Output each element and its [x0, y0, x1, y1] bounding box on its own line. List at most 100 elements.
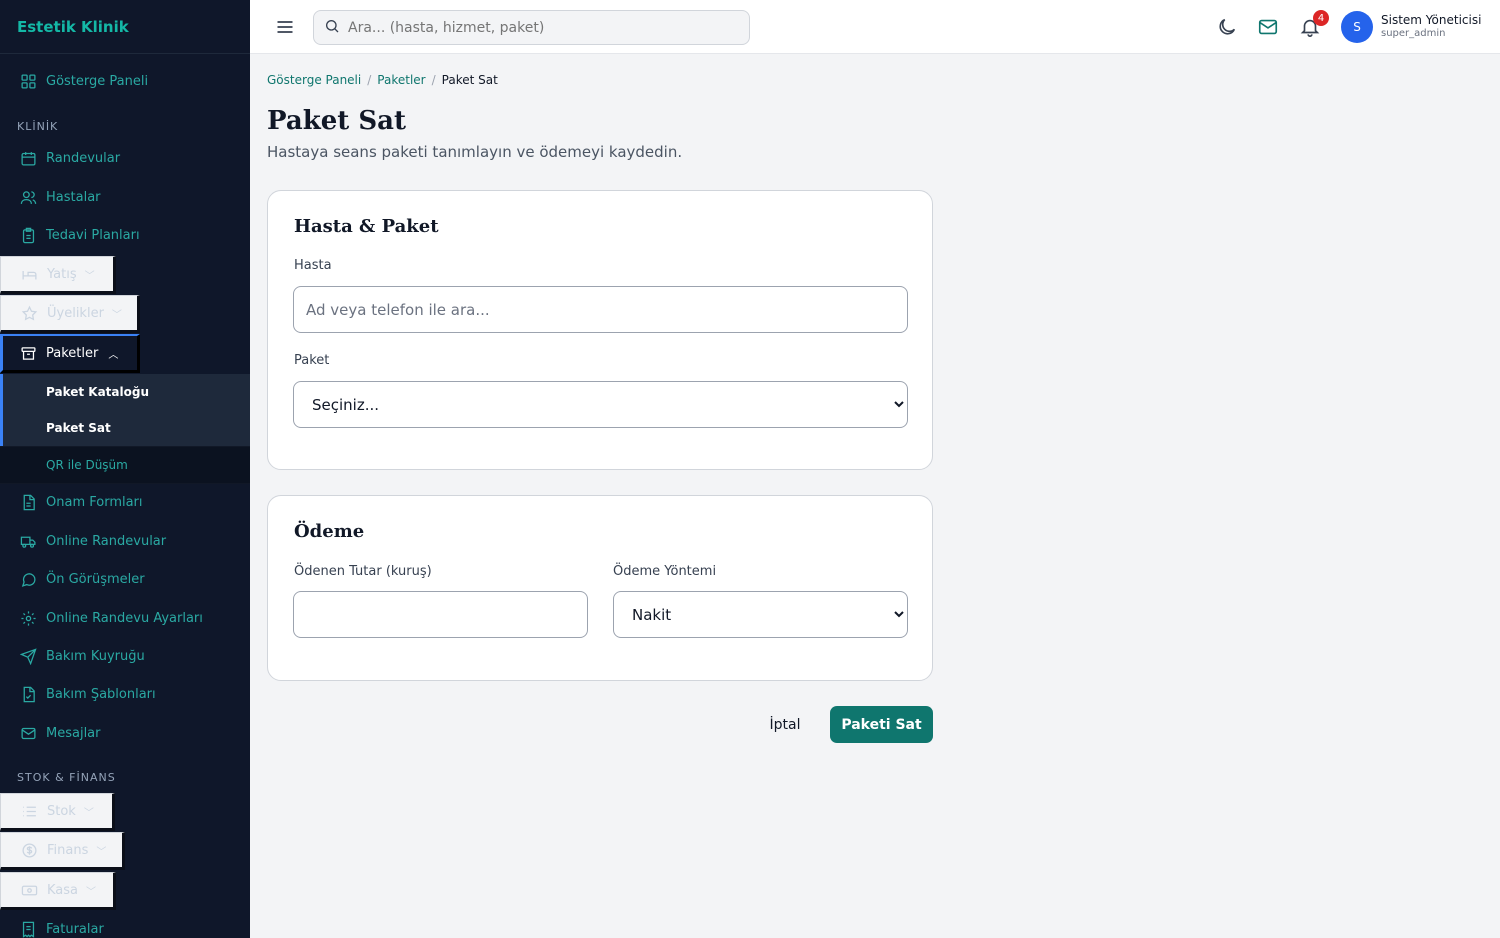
sell-package-button[interactable]: Paketi Sat: [830, 706, 933, 743]
amount-input[interactable]: [293, 591, 588, 638]
sidebar-item-online-appointments[interactable]: Online Randevular: [0, 522, 250, 560]
sidebar-item-online-settings[interactable]: Online Randevu Ayarları: [0, 599, 250, 637]
moon-icon[interactable]: [1216, 16, 1238, 38]
sidebar-item-label: Randevular: [46, 150, 121, 166]
search-icon: [324, 18, 340, 38]
send-icon: [19, 647, 37, 665]
users-icon: [19, 188, 37, 206]
breadcrumb-current: Paket Sat: [441, 73, 498, 87]
packages-submenu: Paket Kataloğu Paket Sat QR ile Düşüm: [0, 374, 250, 484]
sidebar-item-label: Finans: [47, 842, 89, 858]
user-name[interactable]: Sistem Yöneticisi: [1381, 13, 1481, 27]
sidebar-item-care-templates[interactable]: Bakım Şablonları: [0, 675, 250, 713]
sidebar-item-packages[interactable]: Paketler ︿: [0, 334, 140, 373]
sidebar-item-consent-forms[interactable]: Onam Formları: [0, 483, 250, 521]
sidebar-item-pre-consultations[interactable]: Ön Görüşmeler: [0, 560, 250, 598]
cash-icon: [20, 881, 38, 899]
topbar: 4 S Sistem Yöneticisi super_admin: [250, 0, 1500, 54]
brand-logo[interactable]: Estetik Klinik: [0, 0, 250, 54]
sidebar-item-label: Stok: [47, 803, 76, 819]
mail-icon[interactable]: [1257, 16, 1279, 38]
chevron-down-icon: ﹀: [86, 886, 97, 898]
patient-label: Hasta: [294, 258, 332, 273]
sidebar-item-label: Online Randevu Ayarları: [46, 610, 203, 626]
chevron-down-icon: ﹀: [84, 270, 95, 282]
page-subtitle: Hastaya seans paketi tanımlayın ve ödeme…: [267, 143, 683, 161]
notification-badge: 4: [1313, 10, 1329, 26]
breadcrumb: Gösterge Paneli / Paketler / Paket Sat: [267, 73, 498, 87]
calendar-icon: [19, 149, 37, 167]
sidebar-item-dashboard[interactable]: Gösterge Paneli: [0, 62, 250, 100]
sidebar-item-label: Ön Görüşmeler: [46, 571, 145, 587]
sidebar-item-appointments[interactable]: Randevular: [0, 139, 250, 177]
bed-icon: [20, 265, 38, 283]
dollar-icon: [20, 841, 38, 859]
section-label-stock-finance: STOK & FİNANS: [17, 771, 116, 784]
sidebar-item-label: Faturalar: [46, 921, 104, 937]
truck-icon: [19, 532, 37, 550]
sidebar-item-treatment-plans[interactable]: Tedavi Planları: [0, 216, 250, 254]
sidebar-item-qr-deduct[interactable]: QR ile Düşüm: [0, 447, 250, 483]
card-title: Hasta & Paket: [294, 216, 439, 237]
chevron-down-icon: ﹀: [96, 846, 107, 858]
star-icon: [20, 304, 38, 322]
breadcrumb-home[interactable]: Gösterge Paneli: [267, 73, 361, 87]
sidebar-item-label: Online Randevular: [46, 533, 167, 549]
cancel-button[interactable]: İptal: [757, 707, 813, 742]
breadcrumb-separator: /: [367, 73, 372, 87]
sidebar-item-inpatient[interactable]: Yatış ﹀: [0, 256, 116, 294]
sidebar-item-label: Tedavi Planları: [46, 227, 140, 243]
sidebar-item-sell-package[interactable]: Paket Sat: [0, 410, 250, 446]
payment-card: Ödeme Ödenen Tutar (kuruş) Ödeme Yöntemi…: [267, 495, 933, 681]
sidebar-item-label: Onam Formları: [46, 494, 143, 510]
page-title: Paket Sat: [267, 106, 406, 136]
sidebar-item-label: Üyelikler: [47, 305, 104, 321]
sidebar-item-finance[interactable]: Finans ﹀: [0, 832, 125, 870]
user-role: super_admin: [1381, 28, 1446, 39]
amount-label: Ödenen Tutar (kuruş): [294, 564, 432, 579]
search-box: [313, 10, 750, 45]
sidebar-item-label: Hastalar: [46, 189, 101, 205]
sidebar-item-label: Paketler: [46, 345, 99, 361]
gear-icon: [19, 609, 37, 627]
sidebar-item-label: Gösterge Paneli: [46, 73, 149, 89]
chevron-down-icon: ﹀: [111, 309, 122, 321]
sidebar-item-invoices[interactable]: Faturalar: [0, 910, 250, 938]
breadcrumb-packages[interactable]: Paketler: [377, 73, 425, 87]
breadcrumb-separator: /: [431, 73, 436, 87]
sidebar-item-cash[interactable]: Kasa ﹀: [0, 872, 116, 910]
chevron-down-icon: ﹀: [83, 807, 94, 819]
grid-icon: [19, 72, 37, 90]
card-title: Ödeme: [294, 521, 365, 542]
sidebar-item-messages[interactable]: Mesajlar: [0, 714, 250, 752]
chat-icon: [19, 570, 37, 588]
archive-icon: [19, 344, 37, 362]
sidebar-item-label: Bakım Kuyruğu: [46, 648, 145, 664]
sidebar-item-label: Yatış: [47, 266, 77, 282]
chevron-up-icon: ︿: [108, 349, 119, 361]
file-check-icon: [19, 685, 37, 703]
payment-method-select[interactable]: Nakit: [613, 591, 908, 638]
sidebar-item-care-queue[interactable]: Bakım Kuyruğu: [0, 637, 250, 675]
list-icon: [20, 802, 38, 820]
search-input[interactable]: [348, 19, 728, 36]
section-label-clinic: KLİNİK: [17, 120, 59, 133]
mail-icon: [19, 724, 37, 742]
file-icon: [19, 493, 37, 511]
sidebar-item-patients[interactable]: Hastalar: [0, 178, 250, 216]
sidebar-item-stock[interactable]: Stok ﹀: [0, 793, 115, 831]
sidebar-item-label: Mesajlar: [46, 725, 101, 741]
patient-package-card: Hasta & Paket Hasta Paket Seçiniz...: [267, 190, 933, 470]
package-label: Paket: [294, 353, 330, 368]
clipboard-icon: [19, 226, 37, 244]
menu-icon[interactable]: [275, 17, 295, 37]
sidebar-item-package-catalog[interactable]: Paket Kataloğu: [0, 374, 250, 410]
sidebar-item-label: Kasa: [47, 882, 79, 898]
package-select[interactable]: Seçiniz...: [293, 381, 908, 428]
avatar[interactable]: S: [1341, 11, 1373, 43]
sidebar-item-label: Bakım Şablonları: [46, 686, 156, 702]
patient-search-input[interactable]: [293, 286, 908, 333]
receipt-icon: [19, 920, 37, 938]
payment-method-label: Ödeme Yöntemi: [613, 564, 717, 579]
sidebar-item-memberships[interactable]: Üyelikler ﹀: [0, 295, 140, 333]
